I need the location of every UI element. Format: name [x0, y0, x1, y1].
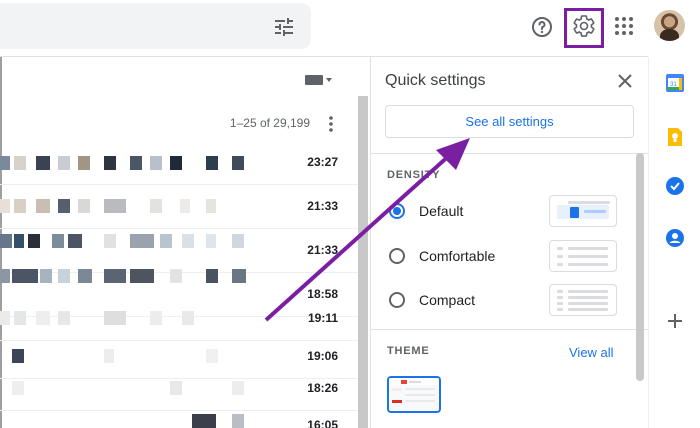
panel-title: Quick settings — [385, 72, 486, 89]
keyboard-icon[interactable] — [305, 73, 333, 85]
density-compact-preview[interactable] — [549, 284, 617, 316]
density-comfortable-label[interactable]: Comfortable — [419, 248, 495, 264]
panel-divider — [371, 329, 649, 330]
contacts-icon[interactable] — [665, 228, 685, 248]
help-icon[interactable] — [530, 15, 554, 39]
email-row[interactable]: 16:05 — [0, 404, 358, 428]
email-row[interactable]: 21:33 — [0, 229, 358, 273]
email-row[interactable]: 21:33 — [0, 185, 358, 229]
density-comfortable-preview[interactable] — [549, 240, 617, 272]
more-vert-icon[interactable] — [322, 114, 340, 134]
quick-settings-panel: Quick settings See all settings DENSITY … — [370, 57, 649, 428]
email-time: 21:33 — [307, 199, 338, 213]
top-bar — [0, 0, 700, 56]
email-time: 19:11 — [307, 311, 338, 325]
density-compact-label[interactable]: Compact — [419, 292, 475, 308]
theme-label: THEME — [387, 345, 430, 357]
email-time: 19:06 — [307, 349, 338, 363]
see-all-settings-button[interactable]: See all settings — [385, 105, 634, 138]
keep-icon[interactable] — [665, 127, 685, 147]
email-time: 23:27 — [307, 155, 338, 169]
blurred-content — [0, 185, 260, 229]
density-compact-radio[interactable] — [389, 292, 405, 308]
quick-settings-scrollbar[interactable] — [636, 153, 644, 381]
add-icon[interactable] — [665, 311, 685, 331]
email-time: 21:33 — [307, 243, 338, 257]
search-bar[interactable] — [0, 3, 311, 49]
density-default-preview[interactable] — [549, 195, 617, 227]
theme-preview[interactable] — [387, 376, 441, 413]
email-row[interactable]: 23:27 — [0, 141, 358, 185]
density-label: DENSITY — [387, 169, 441, 181]
density-default-radio[interactable] — [389, 203, 405, 219]
email-time: 18:26 — [307, 381, 338, 395]
svg-text:31: 31 — [670, 82, 677, 88]
density-default-label[interactable]: Default — [419, 203, 463, 219]
blurred-content — [0, 404, 260, 428]
blurred-content — [0, 229, 260, 273]
calendar-icon[interactable]: 31 — [665, 73, 685, 93]
document-icon — [570, 207, 579, 218]
avatar[interactable] — [654, 10, 685, 41]
panel-divider — [371, 153, 649, 154]
mail-list-scrollbar[interactable] — [358, 96, 368, 428]
pagination-text: 1–25 of 29,199 — [229, 116, 310, 130]
tasks-icon[interactable] — [665, 176, 685, 196]
email-time: 16:05 — [307, 418, 338, 428]
blurred-content — [0, 141, 260, 185]
density-comfortable-radio[interactable] — [389, 248, 405, 264]
settings-button[interactable] — [564, 8, 604, 48]
addons-sidebar: 31 — [648, 57, 700, 428]
gear-icon — [572, 14, 596, 43]
tune-icon[interactable] — [272, 15, 296, 39]
view-all-themes-link[interactable]: View all — [569, 345, 614, 360]
close-icon[interactable] — [617, 73, 633, 89]
apps-grid-icon[interactable] — [614, 16, 634, 36]
